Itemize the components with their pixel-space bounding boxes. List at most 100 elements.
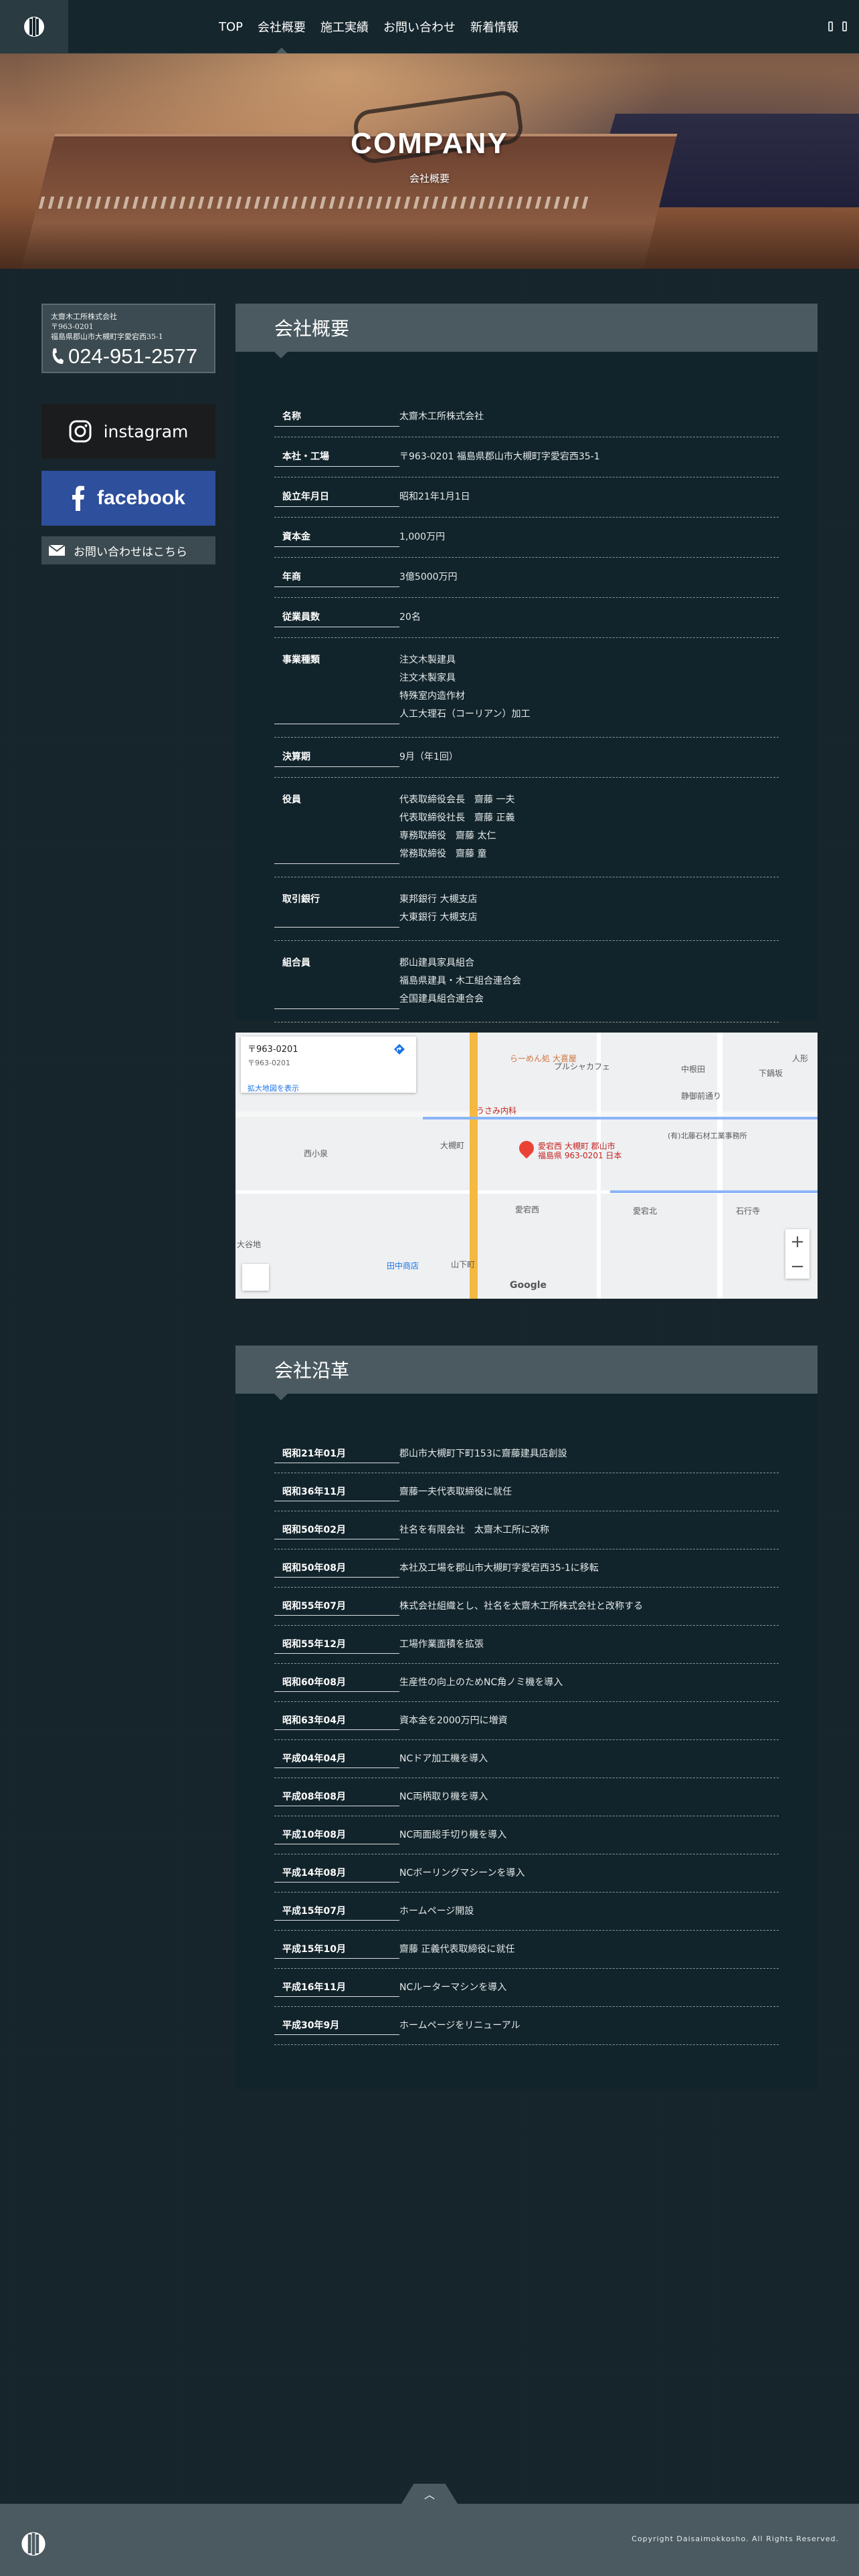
logo-icon[interactable] (0, 0, 68, 53)
nav-company[interactable]: 会社概要 (250, 0, 313, 53)
history-row: 昭和36年11月 齋藤一夫代表取締役に就任 (274, 1473, 779, 1511)
footer-logo-icon[interactable] (20, 2531, 47, 2560)
directions-icon[interactable] (393, 1043, 405, 1055)
overview-row-value: 昭和21年1月1日 (399, 488, 779, 506)
overview-value-line: 常務取締役 齋藤 童 (399, 849, 487, 859)
overview-row-value: 9月（年1回） (399, 748, 779, 766)
address: 福島県郡山市大槻町字愛宕西35-1 (51, 332, 163, 341)
instagram-button[interactable]: instagram (41, 404, 215, 459)
history-row: 平成08年08月 NC両柄取り機を導入 (274, 1778, 779, 1816)
overview-row: 取引銀行 東邦銀行 大槻支店 大東銀行 大槻支店 (274, 877, 779, 941)
menu-icon[interactable] (842, 21, 847, 31)
history-event: 工場作業面積を拡張 (399, 1639, 484, 1650)
history-date: 昭和55年07月 (274, 1598, 399, 1616)
overview-value-line: 人工大理石（コーリアン）加工 (399, 709, 531, 720)
overview-row-label: 組合員 (274, 954, 399, 1009)
map-label: 人形 (792, 1054, 809, 1063)
overview-section: 会社概要 名称 太齋木工所株式会社 本社・工場 〒963-0201 福島県郡山市大槻町… (235, 304, 818, 1023)
overview-value-line: 代表取締役社長 齋藤 正義 (399, 813, 515, 823)
map-label: うさみ内科 (476, 1106, 517, 1115)
history-heading: 会社沿革 (235, 1346, 818, 1400)
overview-row-value: 太齋木工所株式会社 (399, 408, 779, 426)
history-row: 平成15年07月 ホームページ開設 (274, 1893, 779, 1931)
map-label: 大槻町 (440, 1141, 465, 1150)
history-event: ホームページをリニューアル (399, 2020, 520, 2031)
overview-row: 名称 太齋木工所株式会社 (274, 397, 779, 437)
history-event: 生産性の向上のためNC角ノミ機を導入 (399, 1677, 563, 1688)
zoom-in-button[interactable]: + (785, 1229, 809, 1254)
history-event: NC両面総手切り機を導入 (399, 1830, 507, 1840)
overview-row-label: 役員 (274, 791, 399, 864)
history-date: 昭和60年08月 (274, 1674, 399, 1692)
map-label: 下鍋坂 (759, 1069, 783, 1078)
history-row: 平成04年04月 NCドア加工機を導入 (274, 1740, 779, 1778)
map-card-title: 〒963-0201 (248, 1045, 298, 1055)
history-event: 社名を有限会社 太齋木工所に改称 (399, 1525, 549, 1535)
overview-row-value: 東邦銀行 大槻支店 大東銀行 大槻支店 (399, 891, 779, 927)
contact-button[interactable]: お問い合わせはこちら (41, 536, 215, 564)
overview-row-value: 注文木製建具 注文木製家具 特殊室内造作材 人工大理石（コーリアン）加工 (399, 651, 779, 724)
map-pin-label: 愛宕西 大槻町 郡山市 福島県 963-0201 日本 (538, 1142, 622, 1160)
header-icons (828, 21, 847, 31)
overview-value-line: 特殊室内造作材 (399, 691, 465, 702)
mail-icon (48, 544, 66, 556)
street-view-icon[interactable] (242, 1264, 269, 1291)
overview-value-line: 20名 (399, 612, 421, 623)
google-map[interactable]: 〒963-0201 〒963-0201 拡大地図を表示 らーめん処 大喜屋 うさ… (235, 1033, 818, 1299)
history-event: NCドア加工機を導入 (399, 1753, 488, 1764)
history-event: ホームページ開設 (399, 1906, 474, 1917)
hero-title: COMPANY (351, 127, 508, 160)
overview-value-line: 昭和21年1月1日 (399, 492, 470, 502)
hero-banner: COMPANY 会社概要 (0, 53, 859, 269)
nav-contact[interactable]: お問い合わせ (376, 0, 463, 53)
map-pin-icon[interactable] (516, 1138, 537, 1159)
phone-number[interactable]: 024-951-2577 (51, 344, 206, 368)
history-event: 郡山市大槻町下町153に齋藤建具店創設 (399, 1448, 567, 1459)
google-logo: Google (510, 1280, 547, 1291)
nav-top[interactable]: TOP (211, 0, 250, 53)
map-card-link[interactable]: 拡大地図を表示 (248, 1083, 409, 1093)
copyright: Copyright Daisaimokkosho. All Rights Res… (632, 2535, 839, 2543)
overview-row-value: 20名 (399, 609, 779, 627)
overview-row: 本社・工場 〒963-0201 福島県郡山市大槻町字愛宕西35-1 (274, 437, 779, 477)
overview-row: 資本金 1,000万円 (274, 518, 779, 558)
overview-row-label: 決算期 (274, 748, 399, 767)
history-date: 昭和55年12月 (274, 1636, 399, 1654)
history-row: 平成10年08月 NC両面総手切り機を導入 (274, 1816, 779, 1854)
history-row: 昭和50年02月 社名を有限会社 太齋木工所に改称 (274, 1511, 779, 1549)
history-date: 平成16年11月 (274, 1979, 399, 1997)
overview-row: 決算期 9月（年1回） (274, 738, 779, 778)
history-section: 会社沿革 昭和21年01月 郡山市大槻町下町153に齋藤建具店創設 昭和36年11月… (235, 1346, 818, 2089)
zoom-out-button[interactable]: − (785, 1254, 809, 1279)
overview-table: 名称 太齋木工所株式会社 本社・工場 〒963-0201 福島県郡山市大槻町字愛宕西3… (274, 397, 779, 1023)
overview-row: 組合員 郡山建具家具組合 福島県建具・木工組合連合会 全国建具組合連合会 (274, 941, 779, 1023)
history-event: 齋藤 正義代表取締役に就任 (399, 1944, 515, 1955)
map-label: 石行寺 (736, 1206, 761, 1216)
history-event: NC両柄取り機を導入 (399, 1792, 488, 1802)
menu-icon[interactable] (828, 21, 833, 31)
overview-row-value: 代表取締役会長 齋藤 一夫 代表取締役社長 齋藤 正義 専務取締役 齋藤 太仁 常務取… (399, 791, 779, 863)
nav-works[interactable]: 施工実績 (313, 0, 376, 53)
history-event: 齋藤一夫代表取締役に就任 (399, 1487, 512, 1497)
page-top-button[interactable]: ︿ (401, 2484, 458, 2504)
history-row: 平成15年10月 齋藤 正義代表取締役に就任 (274, 1931, 779, 1969)
map-label: 大谷地 (237, 1240, 262, 1249)
history-table: 昭和21年01月 郡山市大槻町下町153に齋藤建具店創設 昭和36年11月 齋藤一夫代… (274, 1435, 779, 2045)
history-row: 昭和21年01月 郡山市大槻町下町153に齋藤建具店創設 (274, 1435, 779, 1473)
nav-news[interactable]: 新着情報 (463, 0, 526, 53)
facebook-button[interactable]: facebook (41, 471, 215, 526)
overview-row: 従業員数 20名 (274, 598, 779, 638)
history-date: 平成14年08月 (274, 1864, 399, 1883)
overview-value-line: 大東銀行 大槻支店 (399, 912, 478, 923)
company-name: 太齋木工所株式会社 (51, 312, 117, 321)
history-date: 平成08年08月 (274, 1788, 399, 1806)
map-label: 愛宕西 (515, 1205, 540, 1214)
overview-row-label: 事業種類 (274, 651, 399, 724)
map-label: 愛宕北 (633, 1206, 658, 1216)
map-label: 山下町 (451, 1260, 476, 1269)
map-label: 田中商店 (387, 1261, 419, 1271)
history-date: 昭和50年08月 (274, 1560, 399, 1578)
hero-subtitle: 会社概要 (409, 173, 450, 185)
map-card-subtitle: 〒963-0201 (248, 1059, 290, 1067)
contact-label: お問い合わせはこちら (74, 545, 187, 559)
